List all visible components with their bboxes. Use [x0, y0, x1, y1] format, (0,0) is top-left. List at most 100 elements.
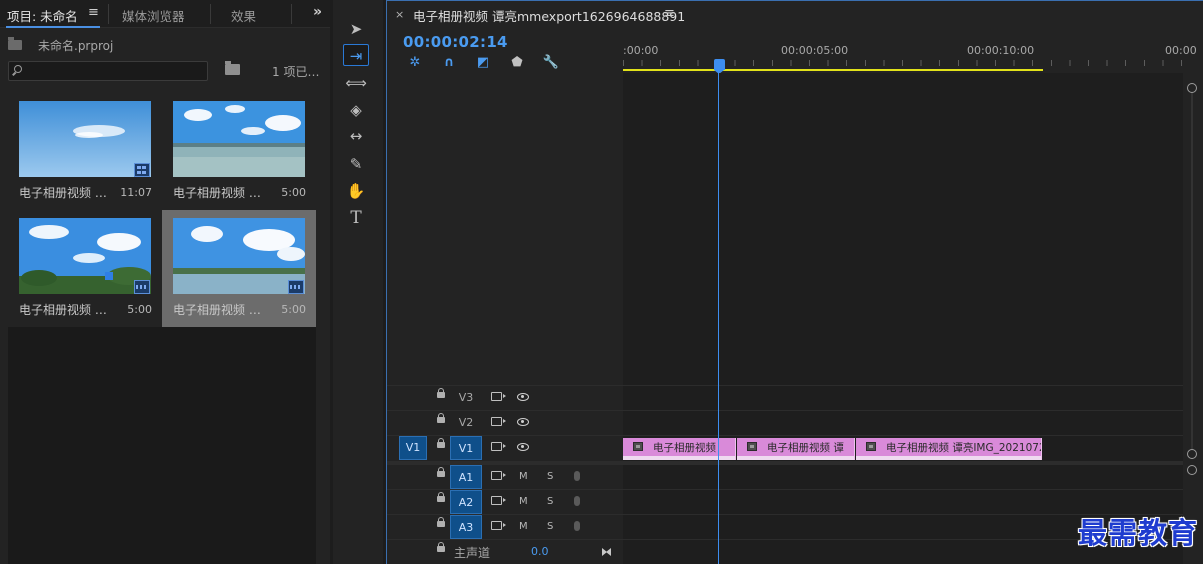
hand-tool-icon[interactable]: ✋	[343, 180, 369, 202]
track-lock-icon[interactable]	[437, 492, 445, 502]
timeline-clip[interactable]: 电子相册视频 谭亮IMG_2021072	[856, 438, 1042, 460]
sync-lock-icon[interactable]	[491, 496, 506, 505]
master-volume-value[interactable]: 0.0	[531, 545, 549, 558]
toggle-output-eye-icon[interactable]	[517, 443, 529, 451]
video-track-v3: V3	[387, 385, 1183, 410]
track-lane[interactable]	[623, 465, 1183, 489]
track-target-v2[interactable]: V2	[450, 411, 482, 435]
track-target-v3[interactable]: V3	[450, 386, 482, 410]
project-media-grid: 电子相册视频 … 11:07 电子相册视频 … 5:00 电子相册视频 … 5:…	[8, 93, 316, 564]
solo-track-button[interactable]: S	[547, 515, 553, 539]
sync-lock-icon[interactable]	[491, 442, 506, 451]
watermark-text: 最需教育	[1078, 516, 1199, 550]
linked-selection-icon[interactable]: ◩	[474, 54, 492, 72]
timeline-menu-icon[interactable]: ≡	[664, 6, 675, 21]
media-item[interactable]: 电子相册视频 … 5:00	[162, 93, 316, 210]
sync-lock-icon[interactable]	[491, 392, 506, 401]
track-lane[interactable]	[623, 386, 1183, 410]
media-item-name: 电子相册视频 …	[19, 186, 107, 200]
scroll-zoom-handle[interactable]	[1187, 465, 1197, 475]
slip-tool-icon[interactable]: ↔	[343, 125, 369, 147]
snap-magnet-icon[interactable]: ∩	[440, 54, 458, 72]
tab-project[interactable]: 项目: 未命名	[7, 6, 78, 25]
panel-menu-icon[interactable]: ≡	[88, 5, 99, 20]
time-ruler[interactable]: :00:00 00:00:05:00 00:00:10:00 00:00	[623, 31, 1203, 74]
razor-tool-icon[interactable]: ◈	[343, 99, 369, 121]
track-lock-icon[interactable]	[437, 467, 445, 477]
fx-badge-icon	[866, 442, 876, 451]
sync-lock-icon[interactable]	[491, 471, 506, 480]
toggle-output-eye-icon[interactable]	[517, 393, 529, 401]
ruler-label: :00:00	[623, 44, 659, 57]
source-patch-v1[interactable]: V1	[399, 436, 427, 460]
track-lock-icon[interactable]	[437, 413, 445, 423]
track-target-v1[interactable]: V1	[450, 436, 482, 460]
scroll-zoom-handle[interactable]	[1187, 83, 1197, 93]
media-item[interactable]: 电子相册视频 … 5:00	[8, 210, 162, 327]
audio-track-a3: A3 M S	[387, 514, 1183, 539]
project-panel: 项目: 未命名 ≡ 媒体浏览器 效果 » 未命名.prproj 1 项已… 电子…	[0, 0, 330, 564]
work-area-bar[interactable]	[623, 69, 1043, 71]
vertical-scrollbar[interactable]	[1183, 73, 1203, 563]
sync-lock-icon[interactable]	[491, 521, 506, 530]
add-marker-icon[interactable]: ⬟	[508, 54, 526, 72]
search-icon	[14, 65, 22, 73]
tab-media-browser[interactable]: 媒体浏览器	[122, 6, 185, 25]
tab-overflow-icon[interactable]: »	[313, 4, 322, 20]
mute-track-button[interactable]: M	[519, 515, 528, 539]
video-badge-icon	[134, 280, 150, 294]
video-track-v1: V1 V1 电子相册视频 电子相册视频 谭 电子相册视频 谭亮IMG_20210…	[387, 435, 1183, 460]
scroll-zoom-handle[interactable]	[1187, 449, 1197, 459]
master-track: 主声道 0.0	[387, 539, 1183, 564]
playhead-line[interactable]	[718, 69, 719, 564]
type-tool-icon[interactable]: T	[343, 207, 369, 229]
track-lane[interactable]: 电子相册视频 电子相册视频 谭 电子相册视频 谭亮IMG_2021072	[623, 436, 1183, 460]
ruler-label: 00:00:10:00	[967, 44, 1035, 57]
track-lock-icon[interactable]	[437, 388, 445, 398]
tab-effects[interactable]: 效果	[231, 6, 256, 25]
track-lock-icon[interactable]	[437, 438, 445, 448]
playhead-handle[interactable]	[714, 59, 725, 74]
sync-lock-icon[interactable]	[491, 417, 506, 426]
timeline-settings-wrench-icon[interactable]: 🔧	[542, 54, 560, 72]
selection-tool-icon[interactable]: ➤	[343, 18, 369, 40]
media-item-duration: 5:00	[281, 186, 306, 199]
active-tab-indicator	[6, 26, 100, 28]
media-thumbnail	[173, 101, 305, 177]
mute-track-button[interactable]: M	[519, 490, 528, 514]
voice-over-mic-icon[interactable]	[574, 471, 580, 481]
pen-tool-icon[interactable]: ✎	[343, 153, 369, 175]
timeline-clip[interactable]: 电子相册视频	[623, 438, 736, 460]
track-target-a3[interactable]: A3	[450, 515, 482, 539]
go-to-in-out-icon[interactable]	[602, 548, 611, 556]
solo-track-button[interactable]: S	[547, 490, 553, 514]
solo-track-button[interactable]: S	[547, 465, 553, 489]
fx-badge-icon	[633, 442, 643, 451]
timeline-panel: × 电子相册视频 谭亮mmexport1626964688891 ≡ 00:00…	[386, 0, 1203, 564]
item-count-label: 1 项已…	[272, 65, 320, 79]
track-target-a1[interactable]: A1	[450, 465, 482, 489]
new-bin-icon[interactable]	[225, 61, 240, 75]
media-item-duration: 11:07	[120, 186, 152, 199]
nest-sequence-icon[interactable]: ✲	[406, 54, 424, 72]
track-select-forward-tool-icon[interactable]: ⇥	[343, 44, 369, 66]
playhead-timecode[interactable]: 00:00:02:14	[403, 33, 508, 51]
track-lock-icon[interactable]	[437, 542, 445, 552]
clip-name: 电子相册视频 谭	[767, 442, 844, 454]
mute-track-button[interactable]: M	[519, 465, 528, 489]
voice-over-mic-icon[interactable]	[574, 521, 580, 531]
media-thumbnail	[19, 218, 151, 294]
sequence-tab-title[interactable]: 电子相册视频 谭亮mmexport1626964688891	[413, 6, 685, 25]
voice-over-mic-icon[interactable]	[574, 496, 580, 506]
ruler-label: 00:00:05:00	[781, 44, 849, 57]
track-lock-icon[interactable]	[437, 517, 445, 527]
toggle-output-eye-icon[interactable]	[517, 418, 529, 426]
close-sequence-icon[interactable]: ×	[395, 8, 404, 21]
timeline-clip[interactable]: 电子相册视频 谭	[737, 438, 855, 460]
media-item[interactable]: 电子相册视频 … 5:00	[162, 210, 316, 327]
project-search-input[interactable]	[8, 61, 208, 81]
track-target-a2[interactable]: A2	[450, 490, 482, 514]
ripple-edit-tool-icon[interactable]: ⟺	[343, 72, 369, 94]
media-item[interactable]: 电子相册视频 … 11:07	[8, 93, 162, 210]
track-lane[interactable]	[623, 411, 1183, 435]
